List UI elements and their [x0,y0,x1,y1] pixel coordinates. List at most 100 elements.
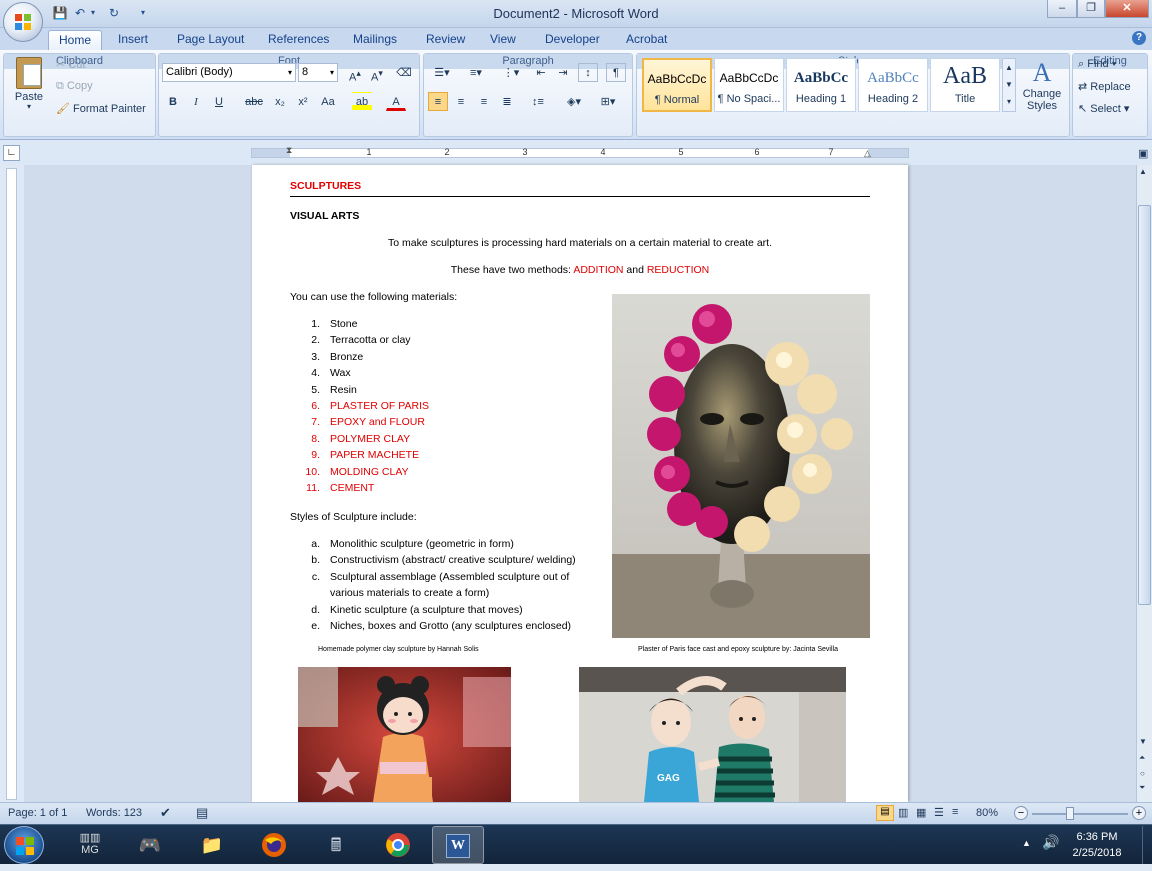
tab-insert[interactable]: Insert [108,30,158,50]
office-button[interactable] [3,2,43,42]
select-browse-object-icon[interactable]: ○ [1140,769,1145,778]
minimize-button[interactable]: – [1047,0,1077,18]
style-no-spacing[interactable]: AaBbCcDc ¶ No Spaci... [714,58,784,112]
zoom-slider-thumb[interactable] [1066,807,1074,820]
firefox-icon[interactable] [248,826,300,864]
cut-button[interactable]: ✂ Cut [56,58,85,71]
strikethrough-icon[interactable]: abc [244,92,264,111]
indent-marker-icon[interactable]: ⧗ [286,145,292,156]
material-text: POLYMER CLAY [330,432,411,445]
tab-home[interactable]: Home [48,30,102,50]
center-icon[interactable]: ≡ [451,92,471,111]
word-taskbar-icon[interactable]: W [432,826,484,864]
justify-icon[interactable]: ≣ [497,92,517,111]
find-button[interactable]: ⌕ Find ▾ [1078,58,1116,71]
sort-icon[interactable]: ↕ [578,63,598,82]
bullets-icon[interactable]: ☰▾ [428,63,456,82]
file-explorer-icon[interactable]: 📁 [186,826,238,864]
grow-font-icon[interactable]: A▴ [345,63,365,84]
paste-button[interactable]: Paste ▾ [10,57,48,113]
volume-icon[interactable]: 🔊 [1042,834,1059,851]
format-painter-button[interactable]: 🖌 Format Painter [56,102,146,115]
web-layout-icon[interactable]: ▦ [916,806,926,819]
zoom-level[interactable]: 80% [976,807,998,819]
zoom-slider-track[interactable] [1032,813,1128,815]
view-ruler-icon[interactable]: ▣ [1138,147,1148,160]
change-case-icon[interactable]: Aa [318,92,338,111]
shading-icon[interactable]: ◈▾ [560,92,588,111]
tab-developer[interactable]: Developer [535,30,610,50]
style-heading-2[interactable]: AaBbCc Heading 2 [858,58,928,112]
full-screen-reading-icon[interactable]: ▥ [898,806,908,819]
show-desktop-button[interactable] [1142,826,1152,864]
numbering-icon[interactable]: ≡▾ [462,63,490,82]
help-icon[interactable]: ? [1132,31,1146,45]
underline-icon[interactable]: U [209,92,229,111]
show-formatting-icon[interactable]: ¶ [606,63,626,82]
styles-scroll[interactable]: ▲ ▼ ▾ [1002,58,1016,112]
line-spacing-icon[interactable]: ↕≡ [524,92,552,111]
next-page-icon[interactable]: ⏷ [1139,783,1145,793]
show-hidden-icons-icon[interactable]: ▲ [1022,838,1031,848]
right-indent-marker-icon[interactable]: △ [864,148,871,159]
align-right-icon[interactable]: ≡ [474,92,494,111]
font-family-combo[interactable]: Calibri (Body) ▾ [162,63,296,82]
increase-indent-icon[interactable]: ⇥ [553,63,573,82]
style-normal[interactable]: AaBbCcDc ¶ Normal [642,58,712,112]
chrome-icon[interactable] [372,826,424,864]
polymer-clay-doll-image[interactable] [298,667,511,802]
borders-icon[interactable]: ⊞▾ [594,92,622,111]
system-clock[interactable]: 6:36 PM 2/25/2018 [1062,829,1132,861]
page-count[interactable]: Page: 1 of 1 [8,807,67,819]
align-left-icon[interactable]: ≡ [428,92,448,111]
font-size-combo[interactable]: 8 ▾ [298,63,338,82]
decrease-indent-icon[interactable]: ⇤ [531,63,551,82]
draft-icon[interactable]: ≡ [952,806,958,818]
document-page[interactable]: SCULPTURES VISUAL ARTS To make sculpture… [252,165,908,802]
tab-stop-selector[interactable]: ∟ [3,145,20,161]
scroll-up-icon[interactable]: ▲ [1139,167,1147,176]
clear-formatting-icon[interactable]: ⌫ [394,63,414,82]
style-title[interactable]: AaB Title [930,58,1000,112]
start-button[interactable] [4,826,44,864]
tab-review[interactable]: Review [416,30,475,50]
restore-button[interactable]: ❐ [1077,0,1105,18]
calculator-icon[interactable]: 🖩 [310,826,362,864]
multilevel-list-icon[interactable]: ⋮▾ [497,63,525,82]
tab-acrobat[interactable]: Acrobat [616,30,677,50]
subscript-icon[interactable]: x₂ [270,92,290,111]
tab-view[interactable]: View [480,30,526,50]
shrink-font-icon[interactable]: A▾ [367,63,387,84]
previous-page-icon[interactable]: ⏶ [1139,753,1145,763]
style-heading-1[interactable]: AaBbCc Heading 1 [786,58,856,112]
proofing-icon[interactable]: ✔ [160,805,171,821]
scroll-down-icon[interactable]: ▼ [1139,737,1147,746]
print-layout-icon[interactable]: ▤ [876,805,894,821]
couple-figurine-image[interactable]: GAG [579,667,846,802]
outline-icon[interactable]: ☰ [934,806,944,819]
close-button[interactable]: ✕ [1105,0,1149,18]
change-styles-button[interactable]: A Change Styles [1018,58,1066,116]
word-count[interactable]: Words: 123 [86,807,142,819]
copy-button[interactable]: ⧉ Copy [56,80,93,93]
tab-page-layout[interactable]: Page Layout [167,30,254,50]
bold-icon[interactable]: B [163,92,183,111]
zoom-out-icon[interactable]: − [1014,806,1028,820]
font-color-icon[interactable]: A [386,92,406,111]
face-mask-sculpture-image[interactable] [612,294,870,638]
scrollbar-thumb[interactable] [1138,205,1151,605]
macro-record-icon[interactable]: ▤ [196,805,208,821]
game-controller-icon[interactable]: 🎮 [124,826,176,864]
zoom-in-icon[interactable]: + [1132,806,1146,820]
tab-mailings[interactable]: Mailings [343,30,407,50]
tab-references[interactable]: References [258,30,339,50]
select-button[interactable]: ↖ Select ▾ [1078,102,1129,115]
vertical-scrollbar[interactable]: ▲ ▼ ⏶ ○ ⏷ [1136,165,1152,802]
superscript-icon[interactable]: x² [293,92,313,111]
replace-button[interactable]: ⇄ Replace [1078,80,1131,93]
highlight-icon[interactable]: ab [352,92,372,111]
horizontal-ruler[interactable]: 1 2 3 4 5 6 7 ⧗ △ [251,145,909,159]
office-logo-icon [15,14,31,30]
italic-icon[interactable]: I [186,92,206,111]
media-app-icon[interactable]: ▥▥ MG [64,826,116,864]
